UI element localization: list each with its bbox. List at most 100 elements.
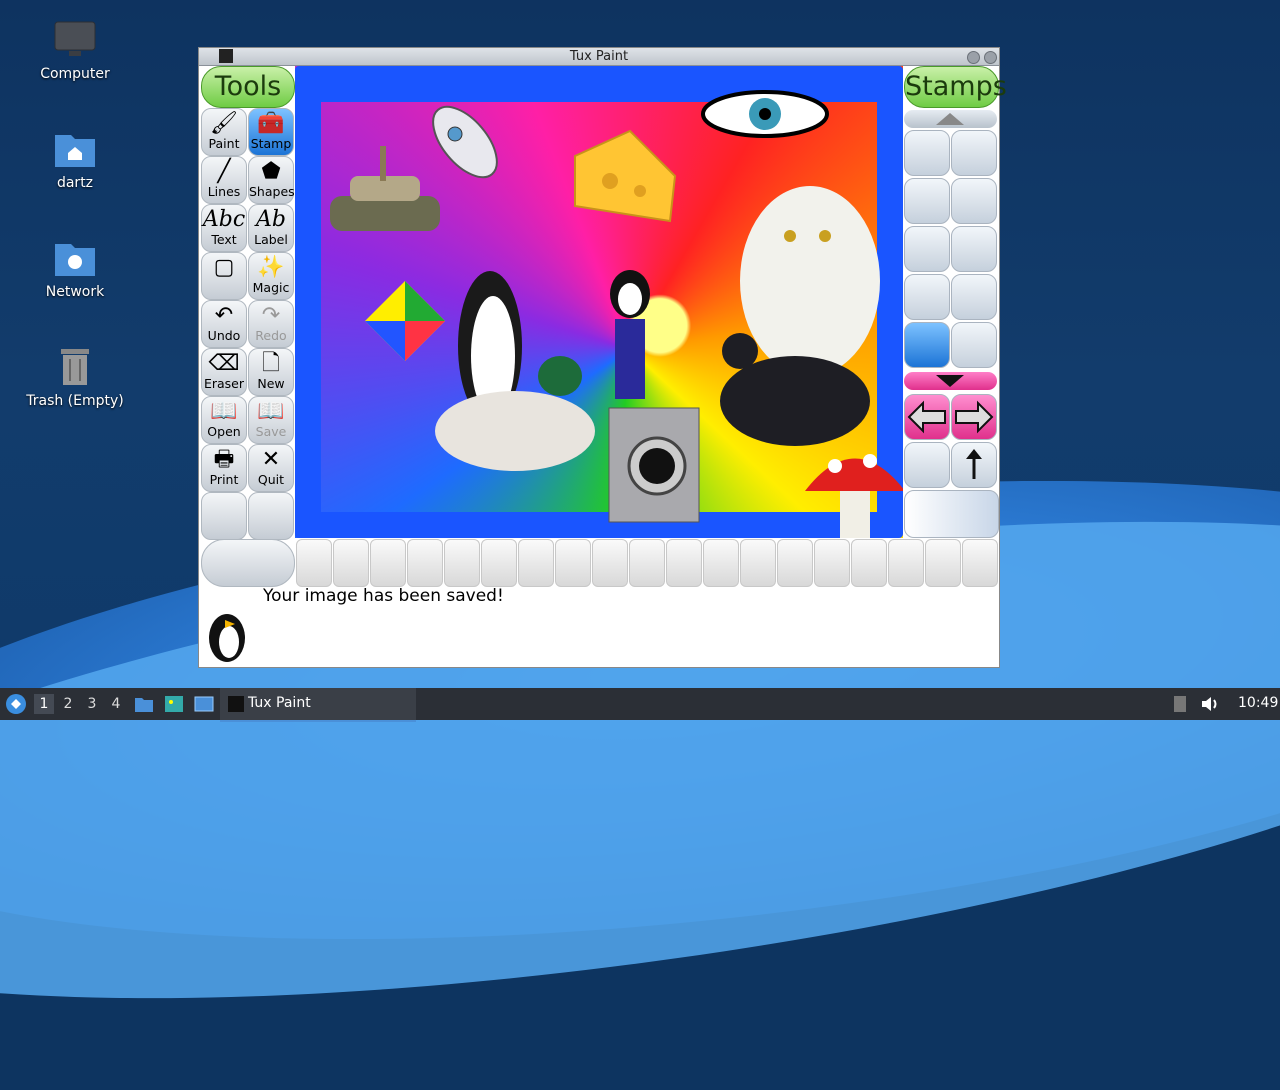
network-folder-icon (53, 238, 97, 278)
workspace-2[interactable]: 2 (58, 694, 78, 714)
color-swatch[interactable] (444, 539, 480, 587)
stamp-astronaut[interactable] (951, 274, 997, 320)
tool-new-button[interactable]: 🗋 New (248, 348, 294, 396)
tool-print-button[interactable]: 🖶 Print (201, 444, 247, 492)
save-book-icon: 📖 (257, 399, 285, 424)
color-swatch[interactable] (555, 539, 591, 587)
tool-save-button[interactable]: 📖 Save (248, 396, 294, 444)
taskbar: 1 2 3 4 Tux Paint 10:49 (0, 688, 1280, 722)
color-swatch[interactable] (518, 539, 554, 587)
stamp-rocket-cartoon[interactable] (904, 322, 950, 368)
quit-x-icon: ✕ (261, 447, 281, 472)
current-color-swatch (201, 539, 295, 587)
tux-paint-window: Tux Paint Tools Stamps 🖌 Paint 🧰 Stamp ╱ Li… (198, 47, 1007, 668)
close-icon[interactable] (984, 51, 997, 64)
tool-empty-slot (201, 492, 247, 540)
stamp-rocket-2[interactable] (904, 178, 950, 224)
stamp-lunar-lander[interactable] (904, 130, 950, 176)
stamp-shuttle[interactable] (951, 226, 997, 272)
tool-redo-button[interactable]: ↷ Redo (248, 300, 294, 348)
color-swatch[interactable] (370, 539, 406, 587)
desktop-icon-network[interactable]: Network (25, 238, 125, 300)
desktop-icon-label: Computer (40, 66, 110, 82)
computer-icon (53, 20, 97, 60)
new-page-icon: 🗋 (262, 351, 280, 376)
stamp-mirror-button[interactable] (904, 442, 950, 488)
open-book-icon: 📖 (210, 399, 238, 424)
minimize-icon[interactable] (967, 51, 980, 64)
desktop-icon-trash[interactable]: Trash (Empty) (25, 347, 125, 409)
color-swatch[interactable] (407, 539, 443, 587)
stamp-flip-button[interactable] (951, 442, 997, 488)
clock: 10:49 (1238, 695, 1279, 711)
printer-icon: 🖶 (213, 447, 235, 472)
color-swatch[interactable] (629, 539, 665, 587)
tool-magic-button[interactable]: ✨ Magic (248, 252, 294, 300)
color-swatch[interactable] (925, 539, 961, 587)
desktop-icon-computer[interactable]: Computer (25, 20, 125, 82)
stamp-rocket-flame[interactable] (951, 178, 997, 224)
tool-eraser-button[interactable]: ⌫ Eraser (201, 348, 247, 396)
color-swatch[interactable] (888, 539, 924, 587)
tool-shapes-button[interactable]: ⬟ Shapes (248, 156, 295, 204)
undo-icon: ↶ (214, 303, 234, 328)
stamp-next-button[interactable] (951, 394, 997, 440)
lines-icon: ╱ (217, 159, 231, 184)
color-swatch[interactable] (666, 539, 702, 587)
tool-fill-button[interactable]: ▢ (201, 252, 247, 300)
workspace-4[interactable]: 4 (106, 694, 126, 714)
color-swatch[interactable] (481, 539, 517, 587)
stamps-scroll-down-button[interactable] (904, 372, 997, 390)
show-desktop-icon[interactable] (194, 694, 214, 714)
paintbrush-icon: 🖌 (210, 111, 238, 136)
taskbar-item-tux-paint[interactable]: Tux Paint (220, 688, 416, 722)
clipboard-icon[interactable] (1172, 694, 1188, 714)
stamp-prev-button[interactable] (904, 394, 950, 440)
tool-lines-button[interactable]: ╱ Lines (201, 156, 247, 204)
tool-open-button[interactable]: 📖 Open (201, 396, 247, 444)
stamp-rocket-3[interactable] (904, 226, 950, 272)
color-swatch[interactable] (962, 539, 998, 587)
stamp-rocket[interactable] (951, 130, 997, 176)
stamps-scroll-up-button[interactable] (904, 110, 997, 128)
image-viewer-icon[interactable] (164, 694, 184, 714)
task-label: Tux Paint (248, 695, 311, 711)
tux-dancing-sticker (610, 270, 650, 399)
tool-quit-button[interactable]: ✕ Quit (248, 444, 294, 492)
start-menu-icon[interactable] (4, 692, 28, 716)
tool-paint-button[interactable]: 🖌 Paint (201, 108, 247, 156)
file-manager-icon[interactable] (134, 694, 154, 714)
pentagon-icon: ⬟ (261, 159, 281, 184)
color-swatch[interactable] (296, 539, 332, 587)
color-swatch[interactable] (703, 539, 739, 587)
drawing-canvas[interactable] (295, 66, 903, 538)
tool-stamp-button[interactable]: 🧰 Stamp (248, 108, 294, 156)
color-swatch[interactable] (333, 539, 369, 587)
tool-text-button[interactable]: Abc Text (201, 204, 247, 252)
arrow-left-icon (907, 400, 946, 434)
color-swatch[interactable] (851, 539, 887, 587)
color-swatch[interactable] (814, 539, 850, 587)
label-icon: Ab (256, 207, 286, 232)
window-title: Tux Paint (569, 49, 629, 64)
home-folder-icon (53, 129, 97, 169)
stamp-size-slider[interactable] (904, 490, 999, 538)
window-titlebar[interactable]: Tux Paint (199, 48, 999, 66)
stamp-satellite[interactable] (904, 274, 950, 320)
color-swatch[interactable] (592, 539, 628, 587)
tool-undo-button[interactable]: ↶ Undo (201, 300, 247, 348)
stamp-satellite-probe[interactable] (951, 322, 997, 368)
text-icon: Abc (202, 207, 246, 232)
workspace-3[interactable]: 3 (82, 694, 102, 714)
tux-app-icon (228, 696, 244, 712)
status-message: Your image has been saved! (263, 586, 504, 606)
desktop-icon-home[interactable]: dartz (25, 129, 125, 191)
tool-label-button[interactable]: Ab Label (248, 204, 294, 252)
flip-arrow-icon (966, 449, 982, 479)
desktop-icon-label: dartz (56, 175, 94, 191)
color-swatch[interactable] (777, 539, 813, 587)
workspace-1[interactable]: 1 (34, 694, 54, 714)
volume-icon[interactable] (1200, 694, 1220, 714)
color-swatch[interactable] (740, 539, 776, 587)
duck-sticker (435, 356, 595, 471)
